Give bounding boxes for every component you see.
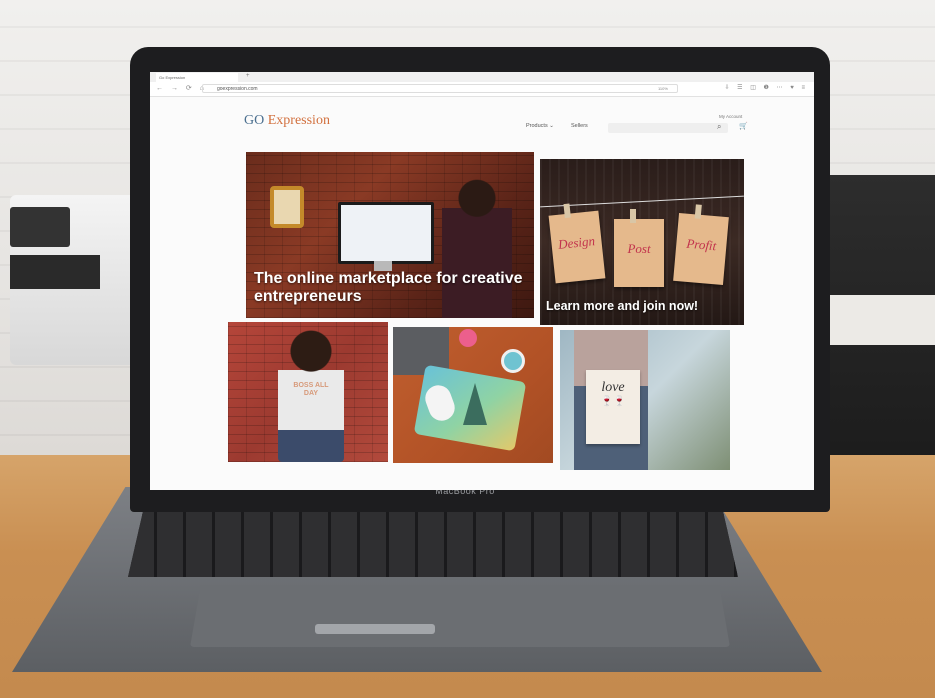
browser-nav-icons[interactable]: ← → ⟳ ⌂ [156,84,207,92]
join-cta-title: Learn more and join now! [546,299,699,313]
imac-display [338,202,434,264]
zoom-level[interactable]: 110% [658,86,668,91]
laptop-trackpad [190,585,730,647]
browser-tool-icons[interactable]: ⇩ ☰ ◫ ❶ ⋯ ♥ ≡ [724,84,808,91]
new-tab-icon[interactable]: + [246,73,250,79]
tote-bag: love 🍷🍷 [586,370,640,444]
wall-mirror [270,186,304,228]
nav-sellers[interactable]: Sellers [571,123,588,129]
bag-post: Post [614,209,664,287]
search-input[interactable] [608,123,728,133]
bag-profit: Profit [673,212,729,286]
site-header: GO Expression Products ⌄ Sellers My Acco… [150,97,814,137]
washi-tape [501,349,525,373]
eiffel-tower-print [463,383,487,425]
browser-tab-bar: Go Expression + [150,72,814,82]
pink-flower [459,329,477,347]
tile-tshirt[interactable]: BOSS ALL DAY [228,322,388,462]
search-icon[interactable]: ⌕ [717,122,721,132]
bag-design: Design [548,210,606,284]
logo-expression: Expression [267,113,330,128]
tote-love-text: love [601,380,625,395]
browser-tab[interactable]: Go Expression [156,73,238,82]
address-bar[interactable]: goexpression.com [202,84,678,93]
laptop-screen: Go Expression + ← → ⟳ ⌂ goexpression.com… [150,72,814,490]
wine-glass-icon: 🍷🍷 [600,396,626,407]
background-shelf [815,175,935,465]
site-logo[interactable]: GO Expression [244,113,330,129]
nav-products[interactable]: Products ⌄ [526,123,554,129]
laptop-front-notch [315,624,435,634]
hero-main-banner[interactable]: The online marketplace for creative entr… [246,152,534,318]
logo-go: GO [244,113,265,128]
tile-tote-bag[interactable]: love 🍷🍷 [560,330,730,470]
tshirt-print: BOSS ALL DAY [293,382,329,397]
tile-mousepad[interactable] [393,327,553,463]
cart-icon[interactable]: 🛒 [739,122,748,130]
hero-side-banner[interactable]: Design Post Profit Learn more and join n… [540,159,744,325]
hero-title: The online marketplace for creative entr… [254,270,523,305]
browser-toolbar: ← → ⟳ ⌂ goexpression.com 110% ⇩ ☰ ◫ ❶ ⋯ … [150,82,814,97]
my-account-link[interactable]: My Account [719,114,742,119]
